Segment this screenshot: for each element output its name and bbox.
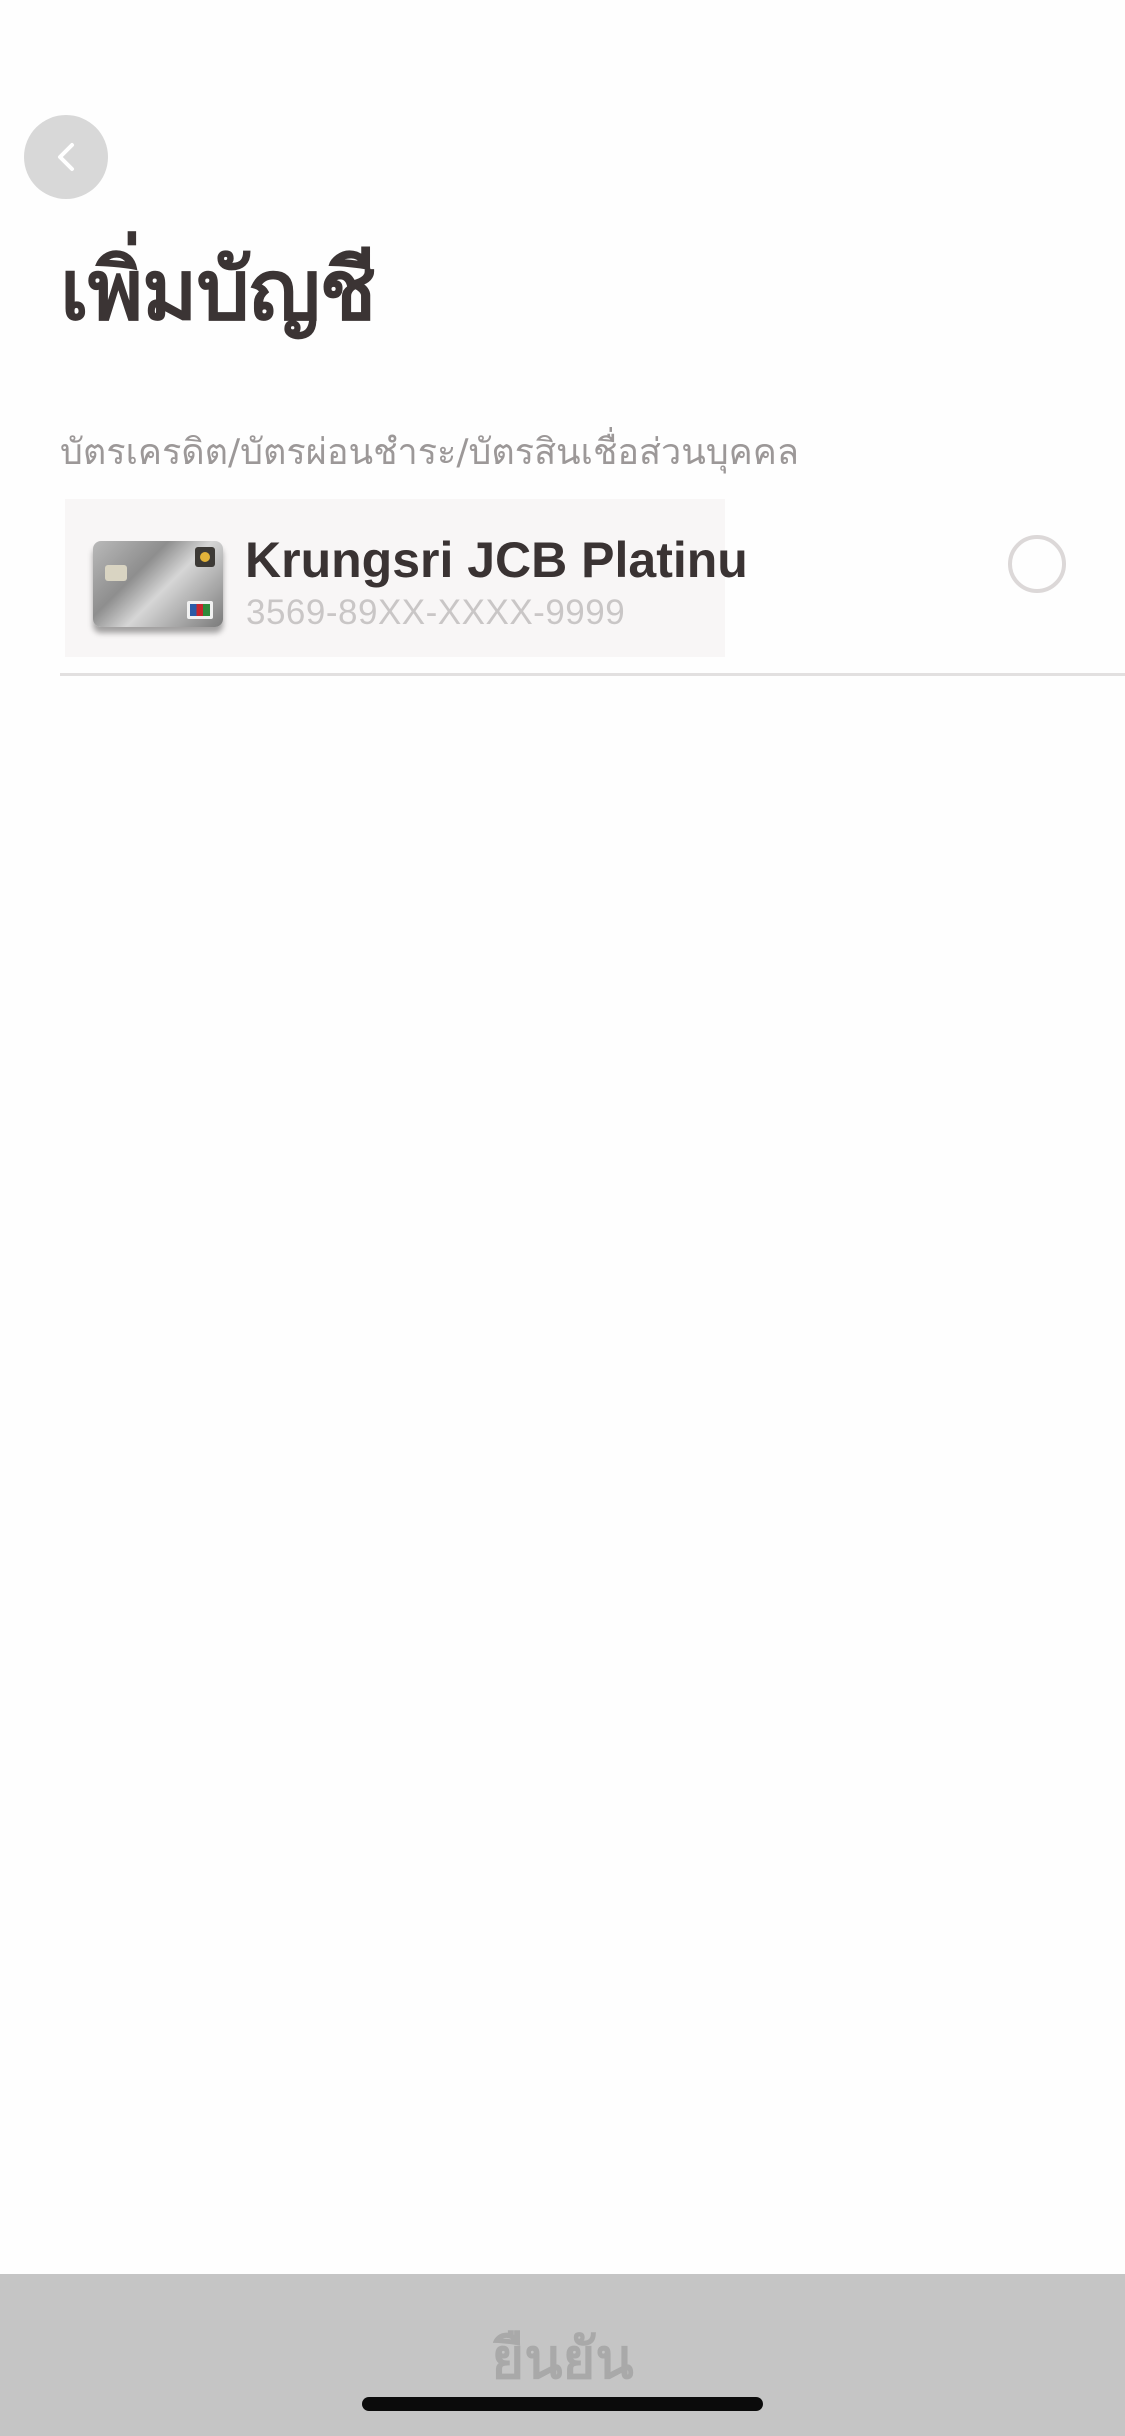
card-chip-icon	[105, 565, 127, 581]
card-name: Krungsri JCB Platinu	[245, 532, 748, 588]
divider	[60, 673, 1125, 676]
home-indicator	[362, 2397, 763, 2411]
card-info: Krungsri JCB Platinu 3569-89XX-XXXX-9999	[65, 499, 748, 657]
section-label: บัตรเครดิต/บัตรผ่อนชำระ/บัตรสินเชื่อส่วน…	[60, 432, 799, 473]
bottom-bar: ยืนยัน	[0, 2274, 1125, 2436]
confirm-button[interactable]: ยืนยัน	[0, 2274, 1125, 2436]
card-number: 3569-89XX-XXXX-9999	[246, 593, 626, 632]
page-title: เพิ่มบัญชี	[60, 241, 376, 339]
jcb-logo-icon	[187, 601, 213, 619]
credit-card-icon	[93, 541, 223, 627]
chevron-left-icon	[58, 143, 74, 171]
account-list-item[interactable]: Krungsri JCB Platinu 3569-89XX-XXXX-9999	[60, 495, 1125, 675]
select-radio-button[interactable]	[1008, 535, 1066, 593]
back-button[interactable]	[24, 115, 108, 199]
bank-logo-icon	[195, 547, 215, 567]
add-account-screen: เพิ่มบัญชี บัตรเครดิต/บัตรผ่อนชำระ/บัตรส…	[0, 0, 1125, 2436]
